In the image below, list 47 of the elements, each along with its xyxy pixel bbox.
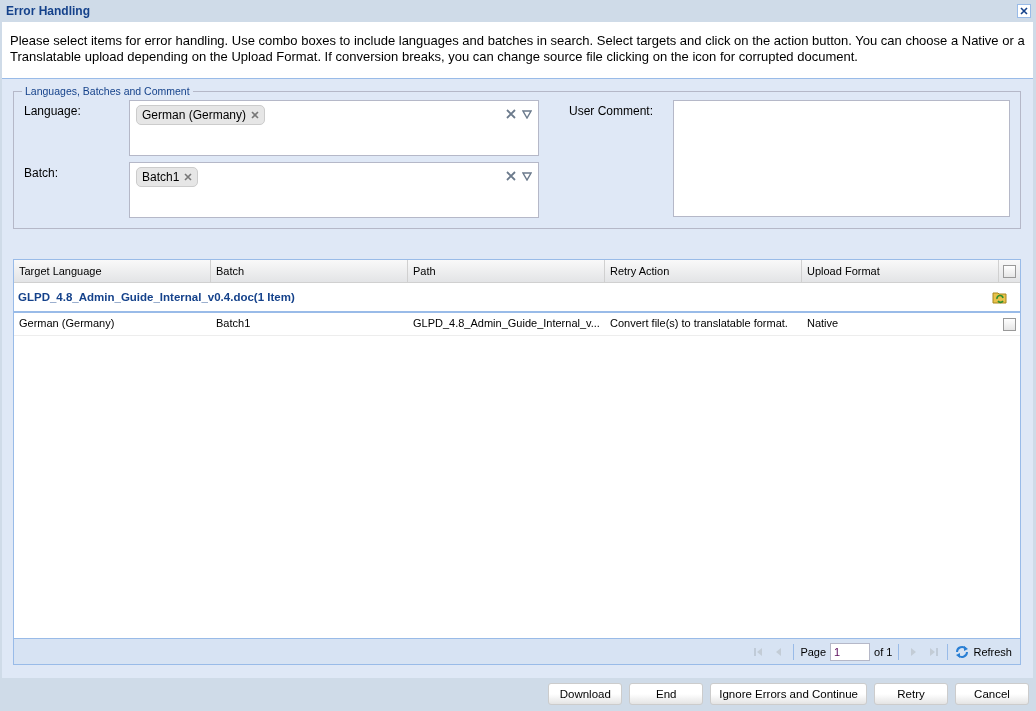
window-title: Error Handling bbox=[6, 4, 90, 18]
action-button[interactable]: Download bbox=[548, 683, 623, 705]
field-label: User Comment: bbox=[568, 103, 655, 120]
close-button[interactable] bbox=[1017, 4, 1031, 18]
remove-icon[interactable] bbox=[184, 173, 193, 181]
column-header[interactable]: Batch bbox=[211, 260, 408, 282]
field-label: Batch: bbox=[24, 165, 60, 182]
refresh-icon bbox=[954, 643, 971, 660]
table-cell-text: Batch1 bbox=[215, 316, 252, 331]
column-header[interactable]: Target Language bbox=[14, 260, 211, 282]
dropdown-icon[interactable] bbox=[522, 109, 532, 119]
page-count: of 1 bbox=[874, 645, 893, 658]
row-checkbox[interactable] bbox=[1003, 317, 1016, 331]
close-icon bbox=[1019, 6, 1029, 16]
selected-tag[interactable]: Batch1 bbox=[136, 167, 199, 187]
table-cell-text: Native bbox=[806, 316, 840, 331]
group-title[interactable]: GLPD_4.8_Admin_Guide_Internal_v0.4.doc(1 Item) bbox=[18, 291, 295, 303]
selected-tag[interactable]: German (Germany) bbox=[136, 105, 266, 125]
action-button[interactable]: Retry bbox=[874, 683, 948, 705]
combo-field[interactable]: Batch1 bbox=[129, 162, 539, 218]
action-button[interactable]: Ignore Errors and Continue bbox=[710, 683, 867, 705]
table-cell-text: German (Germany) bbox=[18, 316, 116, 331]
select-all-checkbox[interactable] bbox=[1003, 264, 1016, 278]
first-page-icon bbox=[754, 646, 765, 657]
page-label: Page bbox=[800, 645, 827, 658]
page-input[interactable]: 1 bbox=[830, 642, 871, 661]
last-page-icon bbox=[928, 646, 939, 657]
column-header[interactable]: Retry Action bbox=[605, 260, 802, 282]
table-cell-text: GLPD_4.8_Admin_Guide_Internal_v... bbox=[412, 316, 601, 331]
folder-icon[interactable] bbox=[992, 289, 1008, 305]
refresh-button[interactable]: Refresh bbox=[954, 643, 1012, 660]
fieldset-legend: Languages, Batches and Comment bbox=[22, 85, 193, 97]
column-header[interactable]: Upload Format bbox=[802, 260, 999, 282]
dropdown-icon[interactable] bbox=[522, 171, 532, 181]
clear-icon[interactable] bbox=[506, 171, 516, 181]
instructions-text: Please select items for error handling. Use combo boxes to include languages and batches in search. Select targets and click on the action button. You can choose a Native or a Translatable upload depending on the Upload Format. If conversion breaks, you can change source file clicking on the icon for corrupted document. bbox=[2, 22, 1033, 79]
remove-icon[interactable] bbox=[251, 111, 260, 119]
tag-label: Batch1 bbox=[142, 170, 180, 184]
action-button[interactable]: Cancel bbox=[955, 683, 1029, 705]
table-cell-text: Convert file(s) to translatable format. bbox=[609, 316, 789, 331]
field-label: Language: bbox=[24, 103, 82, 120]
comment-field[interactable] bbox=[673, 100, 1010, 217]
action-button[interactable]: End bbox=[629, 683, 704, 705]
tag-label: German (Germany) bbox=[142, 108, 247, 122]
clear-icon[interactable] bbox=[506, 109, 516, 119]
column-header[interactable]: Path bbox=[408, 260, 605, 282]
combo-field[interactable]: German (Germany) bbox=[129, 100, 539, 156]
